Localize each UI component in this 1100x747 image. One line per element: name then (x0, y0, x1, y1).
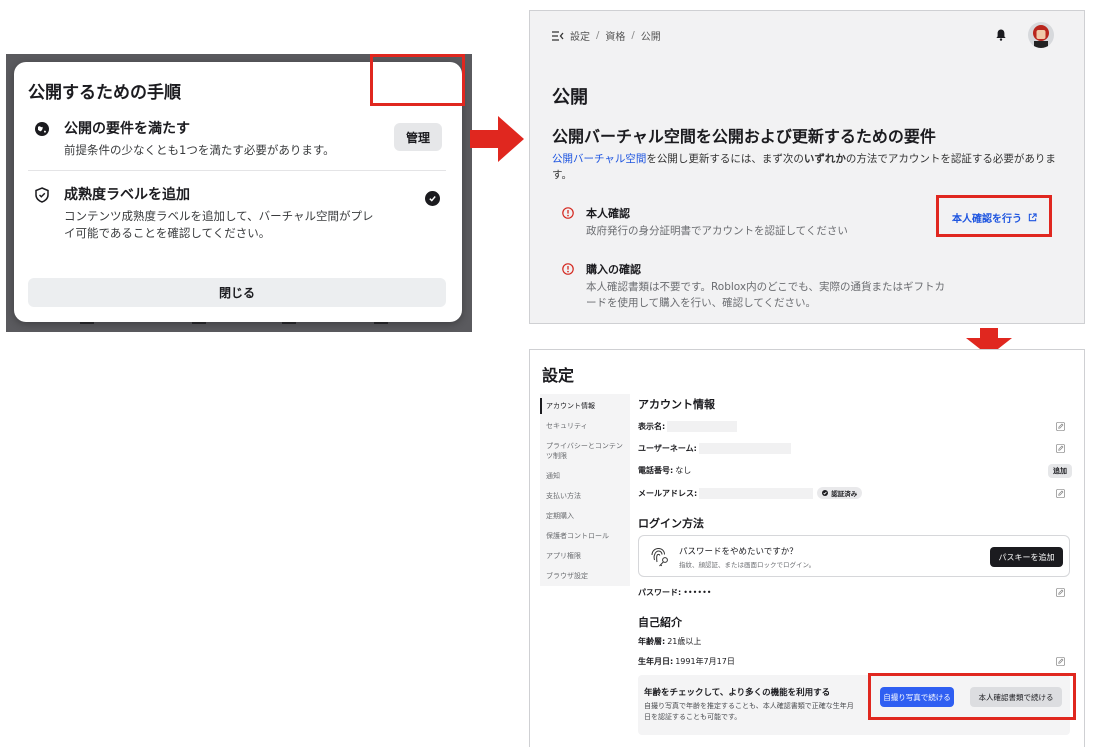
passkey-subtext: 指紋、顔認証、または画面ロックでログイン。 (679, 561, 816, 569)
edit-icon[interactable] (1056, 588, 1065, 597)
age-group-row: 年齢層: 21歳以上 (638, 636, 702, 646)
edit-icon[interactable] (1056, 422, 1065, 431)
email-row: メールアドレス: 認証済み (638, 486, 1068, 500)
shield-icon (35, 187, 49, 203)
background-mark (282, 322, 296, 324)
highlight-box (370, 54, 465, 106)
display-name-row: 表示名: (638, 419, 1068, 433)
section-bio: 自己紹介 (638, 616, 682, 629)
arrow-right-icon (470, 116, 524, 162)
phone-value: なし (675, 465, 692, 475)
page-title: 公開 (552, 87, 588, 108)
add-passkey-button[interactable]: パスキーを追加 (990, 547, 1063, 567)
edit-icon[interactable] (1056, 444, 1065, 453)
avatar[interactable] (1028, 22, 1054, 48)
edit-icon[interactable] (1056, 657, 1065, 666)
birthday-row: 生年月日: 1991年7月17日 (638, 656, 735, 666)
section-login-methods: ログイン方法 (638, 517, 704, 530)
requirements-desc: 公開バーチャル空間を公開し更新するには、まず次のいずれかの方法でアカウントを認証… (552, 153, 1056, 181)
option-title: 購入の確認 (586, 263, 641, 276)
breadcrumb-item[interactable]: 設定 (570, 28, 590, 43)
sidebar-item-parental-controls[interactable]: 保護者コントロール (546, 531, 628, 541)
breadcrumb-item: 公開 (640, 32, 661, 43)
sidebar-item-subscriptions[interactable]: 定期購入 (546, 511, 628, 521)
add-phone-button[interactable]: 追加 (1048, 464, 1072, 478)
sidebar-item-browser[interactable]: ブラウザ設定 (546, 571, 628, 581)
sidebar-item-privacy[interactable]: プライバシーとコンテンツ制限 (546, 441, 628, 461)
display-name-value (667, 420, 738, 432)
requirements-title: 公開バーチャル空間を公開および更新するための要件 (552, 127, 936, 146)
section-account-info: アカウント情報 (638, 398, 715, 411)
step-desc: コンテンツ成熟度ラベルを追加して、バーチャル空間がプレイ可能であることを確認して… (64, 209, 374, 240)
option-desc: 政府発行の身分証明書でアカウントを認証してください (586, 225, 848, 237)
page-title: 設定 (542, 366, 575, 385)
sidebar-item-security[interactable]: セキュリティ (546, 421, 628, 431)
warning-icon (562, 207, 574, 219)
password-row: パスワード: •••••• (638, 587, 712, 597)
sidebar-item-app-permissions[interactable]: アプリ権限 (546, 551, 628, 561)
background-mark (80, 322, 94, 324)
birthday-value: 1991年7月17日 (675, 656, 735, 666)
sidebar-item-payment[interactable]: 支払い方法 (546, 491, 628, 501)
close-button[interactable]: 閉じる (28, 278, 446, 307)
phone-row: 電話番号: なし (638, 465, 692, 475)
email-value (699, 487, 814, 499)
breadcrumb-item[interactable]: 資格 (605, 28, 625, 43)
settings-sidebar: アカウント情報 セキュリティ プライバシーとコンテンツ制限 通知 支払い方法 定… (540, 394, 630, 586)
background-mark (192, 322, 206, 324)
option-title: 本人確認 (586, 207, 630, 220)
sidebar-item-account-info[interactable]: アカウント情報 (546, 401, 628, 411)
passkey-card: パスワードをやめたいですか？ 指紋、顔認証、または画面ロックでログイン。 パスキ… (638, 535, 1070, 577)
username-value (698, 442, 791, 454)
warning-icon (562, 263, 574, 275)
publish-requirements-page: 設定 / 資格 / 公開 公開 公開バーチャル空間を公開および更新するための要件… (529, 10, 1085, 324)
checkmark-icon (425, 191, 440, 206)
sidebar-item-notifications[interactable]: 通知 (546, 471, 628, 481)
sidebar-toggle-icon[interactable] (552, 30, 564, 41)
age-check-title: 年齢をチェックして、より多くの機能を利用する (644, 688, 831, 698)
settings-page: 設定 アカウント情報 セキュリティ プライバシーとコンテンツ制限 通知 支払い方… (529, 349, 1085, 747)
step-title: 成熟度ラベルを追加 (64, 187, 190, 203)
divider (28, 170, 446, 171)
fingerprint-key-icon (651, 547, 668, 567)
modal-title: 公開するための手順 (28, 83, 181, 103)
highlight-box (936, 195, 1052, 237)
breadcrumb: 設定 / 資格 / 公開 (552, 28, 661, 43)
edit-icon[interactable] (1056, 489, 1065, 498)
option-desc: 本人確認書類は不要です。Roblox内のどこでも、実際の通貨またはギフトカードを… (586, 281, 945, 309)
step-title: 公開の要件を満たす (64, 121, 190, 137)
highlight-box (868, 673, 1076, 720)
step-desc: 前提条件の少なくとも1つを満たす必要があります。 (64, 143, 335, 157)
age-check-desc: 自撮り写真で年齢を推定することも、本人確認書類で正確な生年月日を認証することも可… (644, 702, 854, 721)
passkey-question: パスワードをやめたいですか？ (679, 547, 798, 557)
step-maturity-label: 成熟度ラベルを追加 コンテンツ成熟度ラベルを追加して、バーチャル空間がプレイ可能… (28, 184, 446, 244)
background-mark (374, 322, 388, 324)
bell-icon[interactable] (994, 28, 1008, 42)
active-indicator (540, 398, 542, 414)
verified-badge: 認証済み (817, 487, 863, 499)
globe-icon (35, 122, 49, 136)
public-space-link[interactable]: 公開バーチャル空間 (552, 153, 646, 165)
manage-button[interactable]: 管理 (394, 123, 442, 151)
check-circle-icon (822, 490, 829, 496)
password-value: •••••• (683, 587, 712, 597)
username-row: ユーザーネーム: (638, 441, 1068, 455)
step-requirements: 公開の要件を満たす 前提条件の少なくとも1つを満たす必要があります。 (28, 118, 446, 168)
age-group-value: 21歳以上 (667, 636, 702, 646)
